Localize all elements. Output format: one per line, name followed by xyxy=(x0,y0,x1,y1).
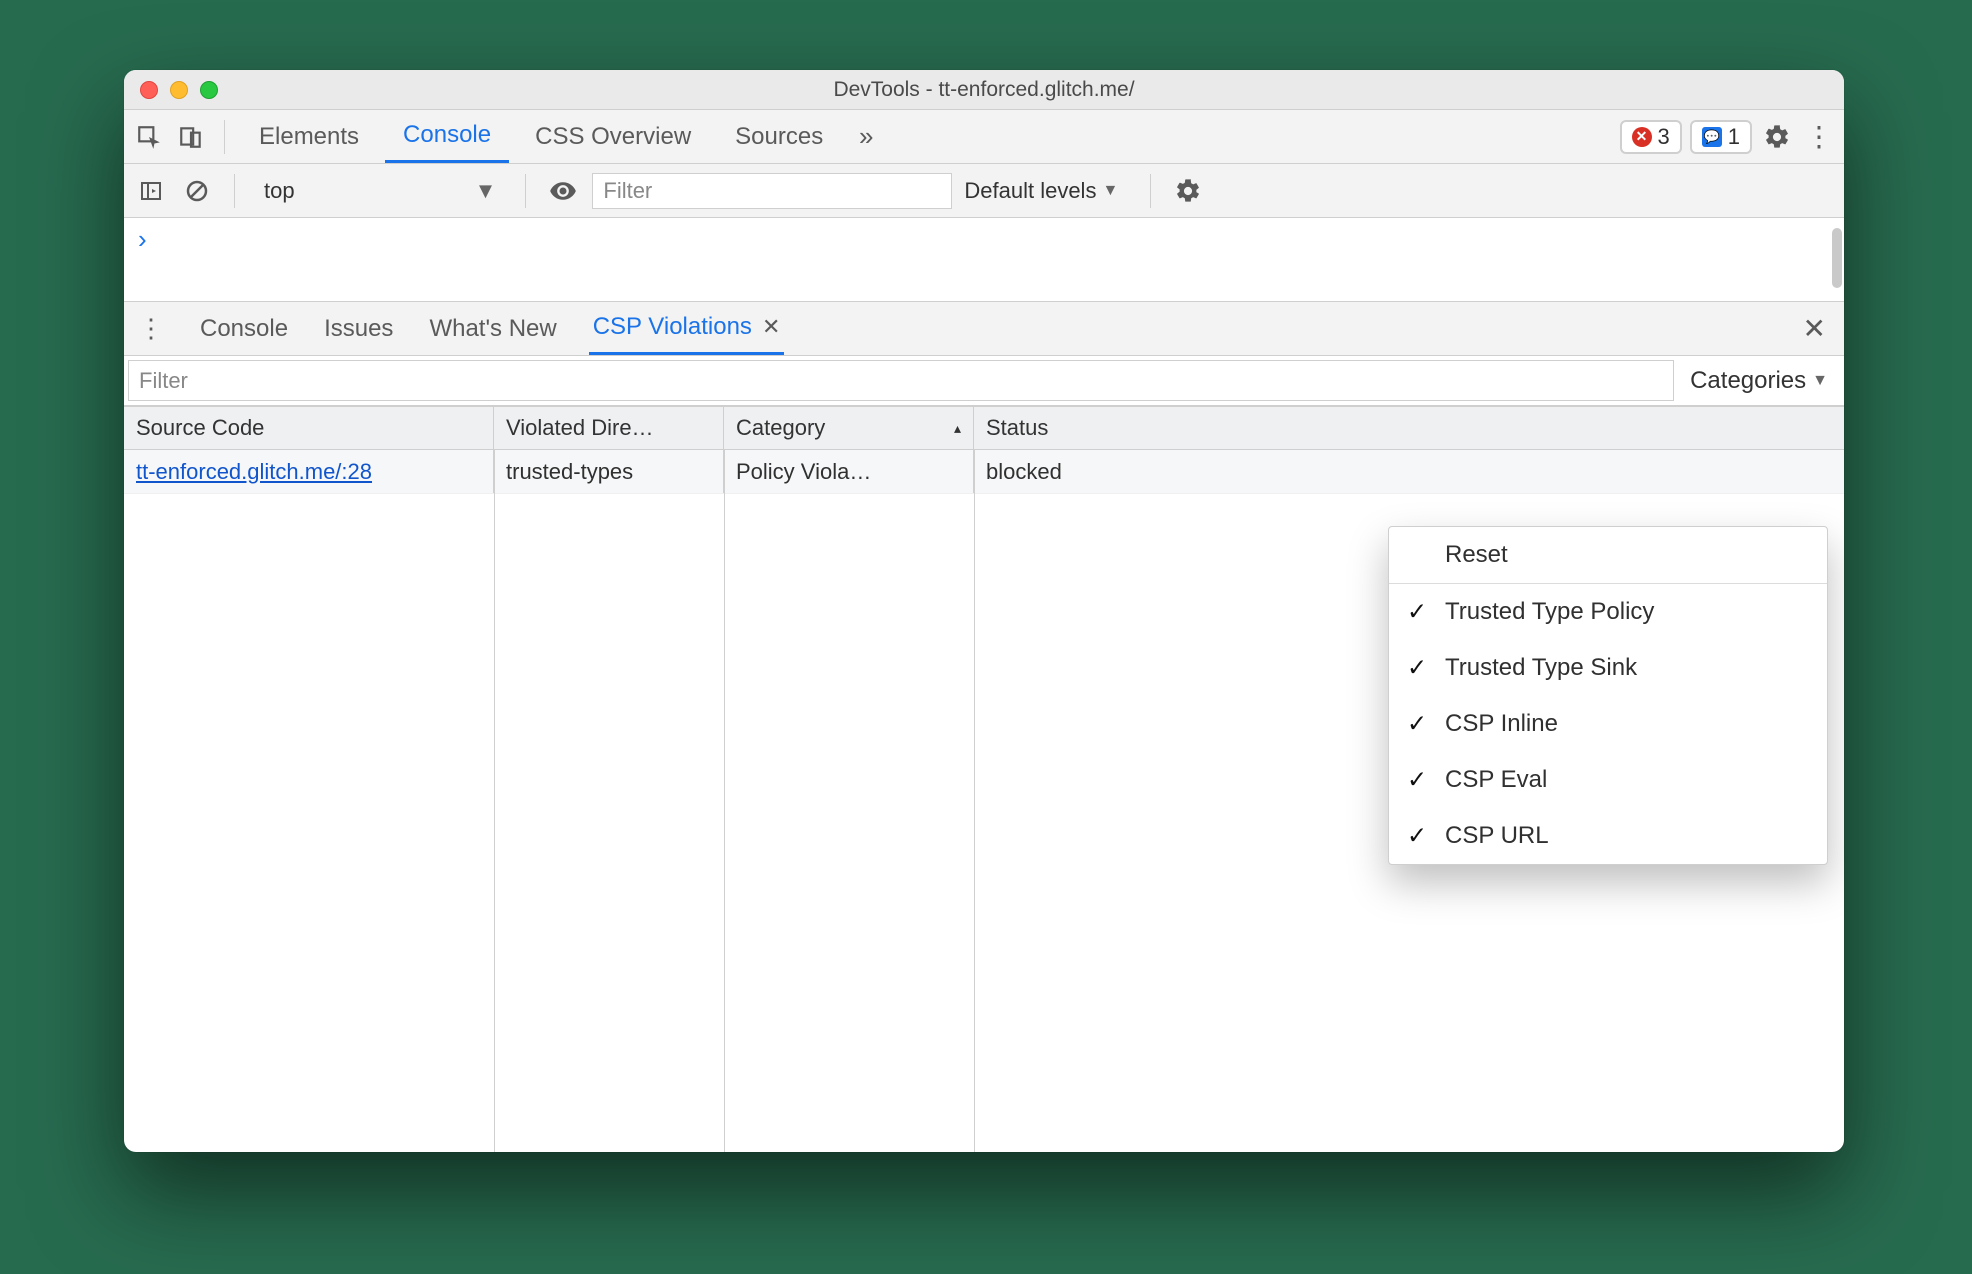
divider xyxy=(525,174,526,208)
dropdown-option-trusted-type-policy[interactable]: ✓ Trusted Type Policy xyxy=(1389,584,1827,640)
zoom-window-button[interactable] xyxy=(200,81,218,99)
close-drawer-icon[interactable]: ✕ xyxy=(1803,312,1834,345)
minimize-window-button[interactable] xyxy=(170,81,188,99)
context-selector[interactable]: top ▼ xyxy=(255,173,505,209)
console-filter-input[interactable]: Filter xyxy=(592,173,952,209)
issue-count-badge[interactable]: 💬 1 xyxy=(1690,120,1752,154)
cell-status: blocked xyxy=(974,450,1844,493)
console-prompt-icon: › xyxy=(138,224,147,254)
divider xyxy=(234,174,235,208)
col-category[interactable]: Category ▴ xyxy=(724,407,974,449)
dropdown-option-csp-eval[interactable]: ✓ CSP Eval xyxy=(1389,752,1827,808)
drawer-menu-icon[interactable]: ⋮ xyxy=(134,312,168,346)
tab-sources[interactable]: Sources xyxy=(717,110,841,163)
log-levels-selector[interactable]: Default levels ▼ xyxy=(964,178,1118,204)
violations-filter-row: Filter Categories ▼ xyxy=(124,356,1844,406)
live-expression-icon[interactable] xyxy=(546,174,580,208)
sidebar-toggle-icon[interactable] xyxy=(134,174,168,208)
table-row[interactable]: tt-enforced.glitch.me/:28 trusted-types … xyxy=(124,450,1844,494)
divider xyxy=(1150,174,1151,208)
inspect-element-icon[interactable] xyxy=(132,120,166,154)
col-category-label: Category xyxy=(736,415,825,441)
source-link[interactable]: tt-enforced.glitch.me/:28 xyxy=(136,459,372,485)
settings-icon[interactable] xyxy=(1760,120,1794,154)
check-icon: ✓ xyxy=(1407,654,1427,683)
device-toolbar-icon[interactable] xyxy=(174,120,208,154)
window-controls xyxy=(124,81,218,99)
violations-table-header: Source Code Violated Dire… Category ▴ St… xyxy=(124,406,1844,450)
dropdown-reset[interactable]: Reset xyxy=(1389,527,1827,583)
levels-label: Default levels xyxy=(964,178,1096,204)
option-label: CSP URL xyxy=(1445,822,1549,849)
titlebar: DevTools - tt-enforced.glitch.me/ xyxy=(124,70,1844,110)
drawer-tab-console[interactable]: Console xyxy=(196,302,292,355)
clear-console-icon[interactable] xyxy=(180,174,214,208)
dropdown-option-trusted-type-sink[interactable]: ✓ Trusted Type Sink xyxy=(1389,640,1827,696)
more-tabs-icon[interactable]: » xyxy=(849,120,883,154)
divider xyxy=(224,120,225,154)
scrollbar-thumb[interactable] xyxy=(1832,228,1842,288)
option-label: Trusted Type Policy xyxy=(1445,598,1654,625)
issue-count: 1 xyxy=(1728,124,1740,150)
window-title: DevTools - tt-enforced.glitch.me/ xyxy=(124,78,1844,102)
tab-console[interactable]: Console xyxy=(385,110,509,163)
drawer-tab-whatsnew[interactable]: What's New xyxy=(425,302,560,355)
dropdown-option-csp-url[interactable]: ✓ CSP URL xyxy=(1389,808,1827,864)
devtools-window: DevTools - tt-enforced.glitch.me/ Elemen… xyxy=(124,70,1844,1152)
context-value: top xyxy=(264,178,295,204)
col-status[interactable]: Status xyxy=(974,407,1844,449)
console-toolbar: top ▼ Filter Default levels ▼ xyxy=(124,164,1844,218)
error-count: 3 xyxy=(1658,124,1670,150)
close-window-button[interactable] xyxy=(140,81,158,99)
categories-dropdown-button[interactable]: Categories ▼ xyxy=(1674,356,1844,405)
close-tab-icon[interactable]: ✕ xyxy=(762,314,780,340)
col-violated-directive[interactable]: Violated Dire… xyxy=(494,407,724,449)
drawer-tab-csp-violations[interactable]: CSP Violations ✕ xyxy=(589,302,785,355)
filter-placeholder: Filter xyxy=(139,368,188,394)
kebab-menu-icon[interactable]: ⋮ xyxy=(1802,120,1836,154)
drawer-tab-issues[interactable]: Issues xyxy=(320,302,397,355)
col-source-code[interactable]: Source Code xyxy=(124,407,494,449)
filter-placeholder: Filter xyxy=(603,178,652,204)
error-icon: ✕ xyxy=(1632,127,1652,147)
main-toolbar: Elements Console CSS Overview Sources » … xyxy=(124,110,1844,164)
issue-icon: 💬 xyxy=(1702,127,1722,147)
check-icon: ✓ xyxy=(1407,710,1427,739)
option-label: CSP Eval xyxy=(1445,766,1547,793)
chevron-down-icon: ▼ xyxy=(475,178,497,204)
drawer-tabbar: ⋮ Console Issues What's New CSP Violatio… xyxy=(124,302,1844,356)
console-body[interactable]: › xyxy=(124,218,1844,302)
check-icon: ✓ xyxy=(1407,766,1427,795)
violations-filter-input[interactable]: Filter xyxy=(128,360,1674,401)
sort-asc-icon: ▴ xyxy=(954,420,961,437)
cell-category: Policy Viola… xyxy=(724,450,974,493)
tab-css-overview[interactable]: CSS Overview xyxy=(517,110,709,163)
categories-label: Categories xyxy=(1690,367,1806,395)
drawer-tab-label: CSP Violations xyxy=(593,313,752,341)
check-icon: ✓ xyxy=(1407,598,1427,627)
console-settings-icon[interactable] xyxy=(1171,174,1205,208)
chevron-down-icon: ▼ xyxy=(1812,372,1828,390)
categories-dropdown: Reset ✓ Trusted Type Policy ✓ Trusted Ty… xyxy=(1388,526,1828,865)
option-label: Trusted Type Sink xyxy=(1445,654,1637,681)
chevron-down-icon: ▼ xyxy=(1102,182,1118,200)
option-label: CSP Inline xyxy=(1445,710,1558,737)
cell-directive: trusted-types xyxy=(494,450,724,493)
tab-elements[interactable]: Elements xyxy=(241,110,377,163)
error-count-badge[interactable]: ✕ 3 xyxy=(1620,120,1682,154)
check-icon: ✓ xyxy=(1407,822,1427,851)
dropdown-option-csp-inline[interactable]: ✓ CSP Inline xyxy=(1389,696,1827,752)
